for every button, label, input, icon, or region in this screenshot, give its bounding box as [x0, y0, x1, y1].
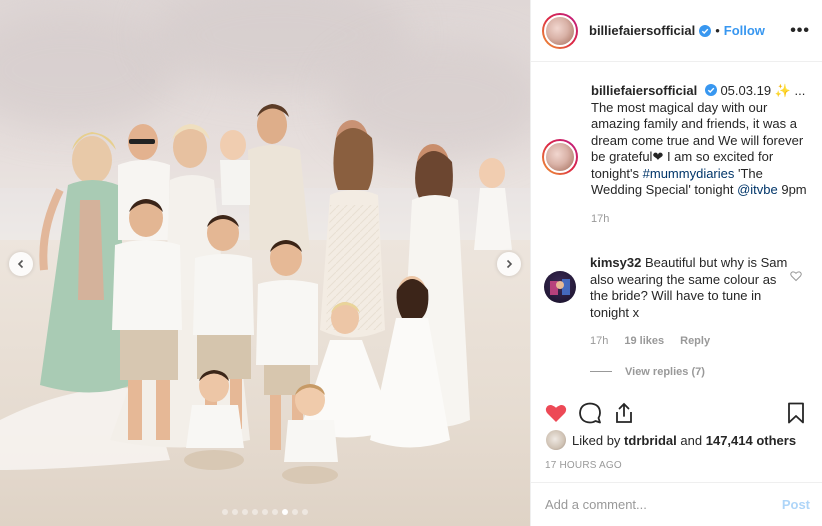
commenter-username[interactable]: kimsy32: [590, 255, 641, 270]
verified-badge-icon: [699, 24, 712, 37]
likes-count[interactable]: 147,414 others: [706, 433, 796, 448]
caption-text: billiefaiersofficial 05.03.19 ✨ ... The …: [591, 83, 810, 227]
caption-username[interactable]: billiefaiersofficial: [591, 83, 697, 98]
share-upload-icon: [616, 402, 632, 423]
family-group-illustration: [0, 104, 512, 484]
carousel-dot: [232, 509, 238, 515]
caption-body-4: 9pm: [777, 182, 807, 197]
post-actions: [531, 397, 822, 429]
hashtag-link[interactable]: #mummydiaries: [643, 166, 735, 181]
previous-photo-button[interactable]: [9, 252, 33, 276]
carousel-dot: [242, 509, 248, 515]
carousel-dot: [252, 509, 258, 515]
more-options-button[interactable]: •••: [790, 22, 810, 40]
view-replies-label: View replies (7): [625, 365, 705, 378]
next-photo-button[interactable]: [497, 252, 521, 276]
comment-time[interactable]: 17h: [590, 333, 608, 350]
likes-summary: Liked by tdrbridal and 147,414 others: [546, 430, 796, 450]
post-comment-button[interactable]: Post: [782, 497, 810, 512]
author-avatar[interactable]: [542, 12, 578, 49]
share-button[interactable]: [612, 401, 636, 425]
caption-time[interactable]: 17h: [591, 211, 810, 228]
carousel-dot: [272, 509, 278, 515]
comment-body: kimsy32 Beautiful but why is Sam also we…: [590, 255, 790, 350]
comment-bubble-icon: [579, 402, 601, 424]
carousel-dot: [302, 509, 308, 515]
separator-dot: •: [715, 23, 720, 38]
carousel-dots: [0, 509, 530, 515]
post-side-panel: billiefaiersofficial • Follow ••• billie…: [530, 0, 822, 526]
heart-emoji: ❤: [652, 149, 664, 164]
heart-filled-icon: [545, 405, 567, 422]
save-button[interactable]: [784, 401, 808, 425]
likes-prefix: Liked by: [572, 432, 621, 448]
post-timestamp[interactable]: 17 HOURS AGO: [545, 460, 622, 471]
caption-author-avatar[interactable]: [542, 139, 578, 175]
comment-likes[interactable]: 19 likes: [624, 333, 664, 350]
carousel-dot: [292, 509, 298, 515]
sparkle-emoji: ✨: [774, 83, 791, 98]
like-button[interactable]: [544, 401, 568, 425]
comment-meta: 17h 19 likes Reply: [590, 333, 790, 350]
verified-badge-icon: [704, 84, 717, 96]
carousel-dot: [282, 509, 288, 515]
author-username[interactable]: billiefaiersofficial: [589, 23, 695, 38]
liker-username[interactable]: tdrbridal: [624, 433, 677, 448]
replies-line: [590, 371, 612, 372]
carousel-dot: [222, 509, 228, 515]
comments-section: billiefaiersofficial 05.03.19 ✨ ... The …: [531, 62, 822, 397]
commenter-avatar-image: [550, 279, 570, 295]
chevron-right-icon: [506, 259, 513, 269]
chevron-left-icon: [17, 259, 24, 269]
comment-button[interactable]: [578, 401, 602, 425]
liker-avatar[interactable]: [546, 430, 566, 450]
post-photo[interactable]: [0, 0, 530, 526]
mention-link[interactable]: @itvbe: [737, 182, 778, 197]
reply-button[interactable]: Reply: [680, 333, 710, 350]
bookmark-icon: [788, 402, 804, 424]
add-comment-bar: Add a comment... Post: [531, 482, 822, 526]
caption-date: 05.03.19: [720, 83, 772, 98]
comment-item: kimsy32 Beautiful but why is Sam also we…: [531, 227, 822, 350]
post-header: billiefaiersofficial • Follow •••: [531, 0, 822, 62]
view-replies-button[interactable]: View replies (7): [590, 366, 822, 378]
likes-middle: and: [680, 432, 703, 448]
comment-input[interactable]: Add a comment...: [545, 497, 782, 512]
like-comment-heart-icon[interactable]: [790, 270, 802, 282]
carousel-dot: [262, 509, 268, 515]
follow-button[interactable]: Follow: [724, 23, 765, 38]
post-caption: billiefaiersofficial 05.03.19 ✨ ... The …: [531, 62, 822, 227]
commenter-avatar[interactable]: [544, 271, 576, 303]
